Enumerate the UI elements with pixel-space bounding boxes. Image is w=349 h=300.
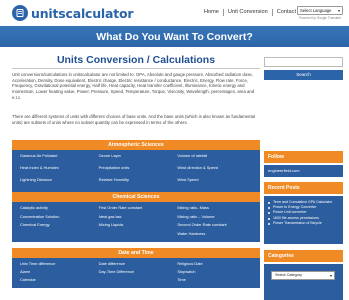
section-link[interactable] bbox=[99, 231, 174, 240]
section-link[interactable]: Catalytic activity bbox=[20, 205, 95, 214]
powered-by-text: Powered by Google Translate bbox=[299, 16, 341, 20]
section-heading: Atmospheric Sciences bbox=[12, 140, 260, 150]
section-link[interactable]: Calendar bbox=[20, 277, 95, 285]
chevron-down-icon: ▾ bbox=[329, 273, 332, 278]
chevron-down-icon: ▾ bbox=[337, 8, 340, 13]
section-link[interactable]: Stopwatch bbox=[177, 269, 252, 277]
follow-link[interactable]: engineerfield.com bbox=[268, 168, 300, 173]
section-link[interactable]: Gaseous Air Pollutant bbox=[20, 153, 95, 165]
section-link[interactable]: Day-Time Difference bbox=[99, 269, 174, 277]
base-units-paragraph: There are different systems of units wit… bbox=[12, 114, 255, 125]
section-link[interactable]: Ideal gas law bbox=[99, 214, 174, 223]
section-links: Gaseous Air Pollutant Ozone Layer Volume… bbox=[12, 150, 260, 192]
hero-banner: What Do You Want To Convert? bbox=[0, 26, 349, 47]
section-link[interactable]: Alarm bbox=[20, 269, 95, 277]
section-link[interactable]: Mixing Liquids bbox=[99, 222, 174, 231]
section-link[interactable]: Unix Time difference bbox=[20, 261, 95, 269]
nav-unit-conversion[interactable]: Unit Conversion bbox=[222, 9, 272, 16]
section-atmospheric-sciences: Atmospheric Sciences Gaseous Air Polluta… bbox=[12, 140, 260, 192]
section-link[interactable]: Volume of rainfall bbox=[177, 153, 252, 165]
section-link[interactable]: Mixing ratio- Mass bbox=[177, 205, 252, 214]
recent-post-link[interactable]: Power Transmission of Bicycle bbox=[268, 221, 340, 226]
section-link[interactable]: Lightning Distance bbox=[20, 177, 95, 189]
category-select[interactable]: Select Category ▾ bbox=[271, 271, 335, 280]
section-link[interactable]: Time bbox=[177, 277, 252, 285]
search-input[interactable] bbox=[264, 57, 343, 67]
title-divider bbox=[12, 68, 260, 69]
section-heading: Date and Time bbox=[12, 248, 260, 258]
main-nav: Home Unit Conversion Contact Us bbox=[200, 9, 308, 16]
language-select[interactable]: Select Language ▾ bbox=[297, 6, 343, 15]
site-logo[interactable]: unitscalculator bbox=[12, 4, 134, 22]
section-links: Unix Time difference Date difference Rel… bbox=[12, 258, 260, 288]
section-link[interactable]: Religious Date bbox=[177, 261, 252, 269]
recent-posts-heading: Recent Posts bbox=[264, 182, 343, 194]
search-button[interactable]: Search bbox=[264, 70, 343, 80]
section-link[interactable]: First Order Rate constant bbox=[99, 205, 174, 214]
section-link[interactable]: Precipitation units bbox=[99, 165, 174, 177]
banner-title: What Do You Want To Convert? bbox=[96, 31, 253, 43]
nav-home[interactable]: Home bbox=[200, 9, 223, 16]
section-chemical-sciences: Chemical Sciences Catalytic activity Fir… bbox=[12, 192, 260, 242]
section-heading: Chemical Sciences bbox=[12, 192, 260, 202]
section-link[interactable]: Wind Speed bbox=[177, 177, 252, 189]
section-link[interactable] bbox=[20, 231, 95, 240]
language-select-label: Select Language bbox=[300, 8, 332, 13]
recent-posts-box: Term and Cumulative GPA Calculator Power… bbox=[264, 196, 343, 244]
section-links: Catalytic activity First Order Rate cons… bbox=[12, 202, 260, 242]
page: unitscalculator Home Unit Conversion Con… bbox=[0, 0, 349, 300]
section-link[interactable]: Date difference bbox=[99, 261, 174, 269]
section-link[interactable]: Ozone Layer bbox=[99, 153, 174, 165]
section-link[interactable]: Relative Humidity bbox=[99, 177, 174, 189]
section-link[interactable]: Water Hardness bbox=[177, 231, 252, 240]
categories-box: Select Category ▾ bbox=[264, 264, 343, 300]
category-select-label: Select Category bbox=[275, 273, 303, 277]
section-link[interactable]: Mixing ratio – Volume bbox=[177, 214, 252, 223]
categories-heading: Categories bbox=[264, 250, 343, 262]
section-link[interactable]: Second Order Rate constant bbox=[177, 222, 252, 231]
section-link[interactable]: Concentration Solution bbox=[20, 214, 95, 223]
section-link[interactable]: Chemical Energy bbox=[20, 222, 95, 231]
logo-text: unitscalculator bbox=[31, 5, 134, 21]
section-link[interactable] bbox=[99, 277, 174, 285]
section-date-and-time: Date and Time Unix Time difference Date … bbox=[12, 248, 260, 288]
section-link[interactable]: Wind direction & Speed bbox=[177, 165, 252, 177]
section-link[interactable]: Heat Index & Humidex bbox=[20, 165, 95, 177]
intro-paragraph: Unit conversions/calculations in unitsca… bbox=[12, 72, 255, 100]
recent-posts-list: Term and Cumulative GPA Calculator Power… bbox=[268, 200, 340, 226]
follow-box: engineerfield.com bbox=[264, 165, 343, 177]
follow-heading: Follow bbox=[264, 151, 343, 163]
top-bar: unitscalculator Home Unit Conversion Con… bbox=[0, 0, 349, 26]
page-title: Units Conversion / Calculations bbox=[56, 54, 216, 66]
logo-icon bbox=[12, 5, 28, 21]
